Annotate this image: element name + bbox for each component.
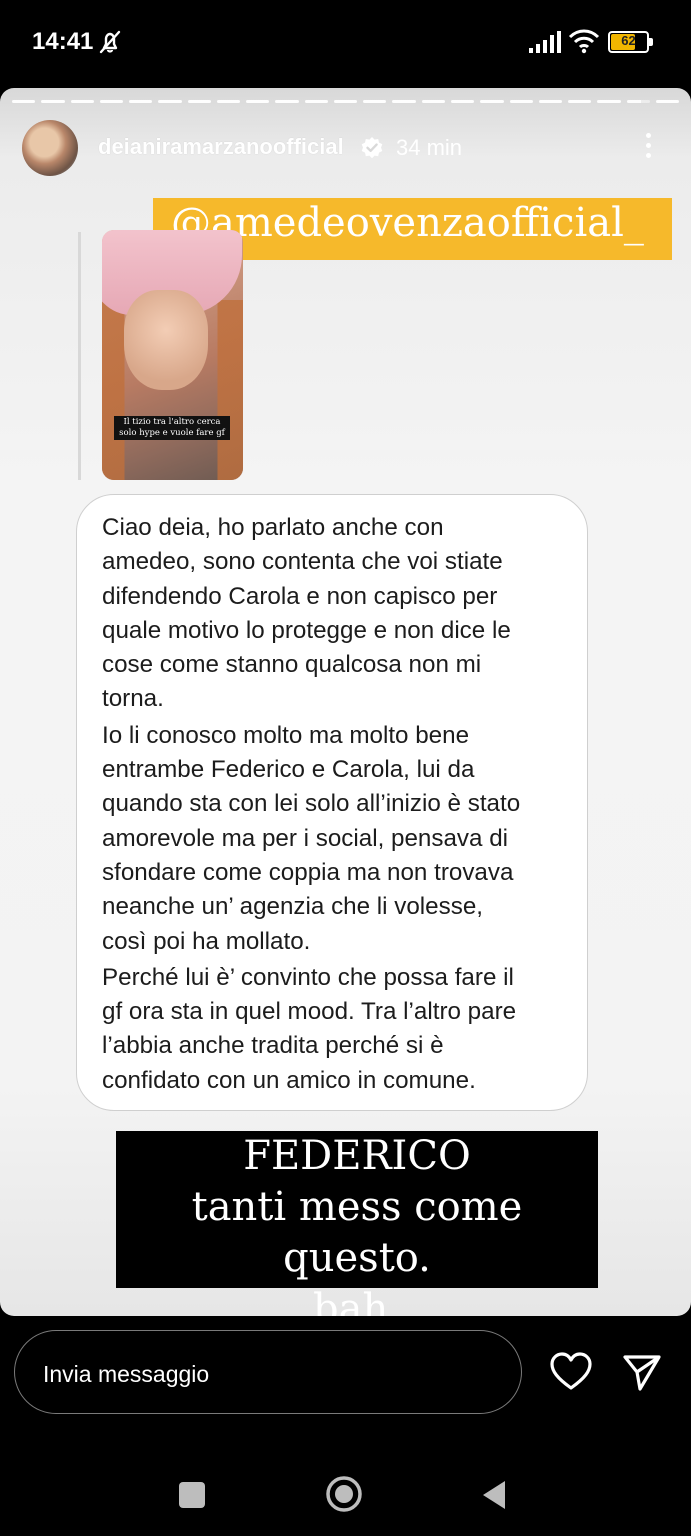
caption-line: bah. [313,1286,401,1316]
mute-icon [99,30,121,54]
message-paragraph: Perché lui è’ convinto che possa fare il… [102,963,517,1094]
battery-icon: 62 [608,31,654,53]
battery-level: 62 [621,33,636,48]
back-button[interactable] [480,1479,508,1511]
story-time: 34 min [396,135,463,160]
message-paragraph: Ciao deia, ho parlato anche con amedeo, … [102,514,511,713]
wifi-icon [568,29,600,54]
send-icon[interactable] [622,1352,662,1392]
signal-icon [529,31,561,53]
message-paragraph: Io li conosco molto ma molto bene entram… [102,721,521,955]
caption-line: tanti mess come questo. [191,1184,523,1281]
story-username[interactable]: deianiramarzanoofficial [98,134,344,160]
status-bar: 14:41 62 [0,0,691,88]
story-card[interactable]: deianiramarzanoofficial 34 min @amedeove… [0,88,691,1316]
avatar[interactable] [22,120,78,176]
quote-divider [78,232,81,480]
story-text-caption: FEDERICO tanti mess come questo. bah. [116,1131,598,1316]
more-options-icon[interactable] [640,130,656,162]
status-time: 14:41 [32,28,94,55]
quoted-story-thumbnail[interactable]: Il tizio tra l'altro cerca solo hype e v… [102,230,243,480]
quoted-story-caption: Il tizio tra l'altro cerca solo hype e v… [114,416,230,440]
story-progress [12,100,680,104]
recent-apps-button[interactable] [179,1482,205,1508]
reply-message-input[interactable]: Invia messaggio [14,1330,522,1414]
caption-line: FEDERICO [243,1133,471,1179]
verified-badge-icon [361,137,383,159]
message-screenshot: Ciao deia, ho parlato anche con amedeo, … [76,494,588,1111]
home-button[interactable] [324,1474,364,1514]
heart-icon[interactable] [549,1352,593,1392]
